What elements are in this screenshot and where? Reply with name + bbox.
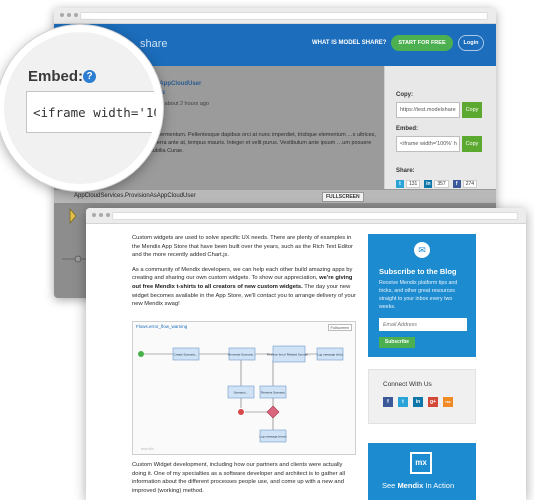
rss-icon[interactable]: rss bbox=[443, 397, 453, 407]
blog-paragraph: As a community of Mendix developers, we … bbox=[132, 266, 356, 309]
window-dot[interactable] bbox=[60, 13, 64, 17]
connect-title: Connect With Us bbox=[383, 381, 432, 388]
model-share-logo[interactable]: share bbox=[140, 38, 168, 50]
magnifier-lens: Embed: ? <iframe width='100 bbox=[0, 25, 163, 191]
flow-activity-label: Retrieve Scenario bbox=[261, 391, 285, 395]
start-event-icon bbox=[69, 207, 77, 225]
window-controls bbox=[60, 13, 78, 17]
browser-chrome bbox=[54, 8, 496, 24]
window-dot[interactable] bbox=[106, 213, 110, 217]
banner-text-part: In Action bbox=[423, 481, 455, 490]
window-dot[interactable] bbox=[99, 213, 103, 217]
email-field[interactable] bbox=[379, 318, 467, 331]
share-count: 131 bbox=[406, 180, 421, 188]
blog-window: Custom widgets are used to solve specifi… bbox=[86, 208, 526, 500]
linkedin-icon[interactable]: in bbox=[413, 397, 423, 407]
model-description: …t fermentum. Pellentesque dapibus orci … bbox=[150, 132, 376, 154]
decision-gateway bbox=[266, 405, 280, 419]
envelope-icon: ✉ bbox=[414, 242, 430, 258]
banner-text-part: See bbox=[382, 481, 398, 490]
what-is-model-share-link[interactable]: WHAT IS MODEL SHARE? bbox=[312, 40, 386, 46]
address-bar[interactable] bbox=[80, 12, 488, 20]
start-event-icon bbox=[138, 351, 144, 357]
banner-text: See Mendix In Action bbox=[382, 481, 454, 490]
subscribe-text: Receive Mendix platform tips and tricks,… bbox=[379, 280, 458, 310]
copy-url-button[interactable]: Copy bbox=[462, 102, 482, 118]
magnified-embed-field[interactable]: <iframe width='100 bbox=[26, 91, 156, 133]
model-viewer-title: AppCloudServices.ProvisionAsAppCloudUser bbox=[74, 193, 196, 199]
browser-chrome bbox=[86, 208, 526, 224]
share-buttons: t 131 in 357 f 274 bbox=[396, 180, 479, 188]
blog-paragraph: Custom Widget development, including how… bbox=[132, 462, 345, 494]
share-label: Share: bbox=[396, 168, 415, 174]
flow-activity-label: Log message (error) bbox=[259, 435, 286, 439]
twitter-icon[interactable]: t bbox=[398, 397, 408, 407]
social-icons: f t in g+ rss bbox=[383, 397, 453, 407]
copy-label: Copy: bbox=[396, 92, 413, 98]
end-event-icon bbox=[238, 409, 244, 415]
mendix-logo: mx bbox=[410, 452, 432, 474]
google-plus-icon[interactable]: g+ bbox=[428, 397, 438, 407]
facebook-icon[interactable]: f bbox=[383, 397, 393, 407]
fullscreen-button[interactable]: FULLSCREEN bbox=[322, 192, 364, 202]
start-for-free-button[interactable]: START FOR FREE bbox=[391, 35, 453, 51]
banner-text-brand: Mendix bbox=[397, 481, 424, 490]
subscribe-title: Subscribe to the Blog bbox=[379, 267, 457, 276]
subscribe-widget: ✉ Subscribe to the Blog Receive Mendix p… bbox=[368, 234, 476, 357]
twitter-icon[interactable]: t bbox=[396, 180, 404, 188]
window-dot[interactable] bbox=[74, 13, 78, 17]
linkedin-icon[interactable]: in bbox=[424, 180, 433, 188]
flow-activity-label: Log message (info) bbox=[317, 353, 343, 357]
flow-activity-label: Create Scenario… bbox=[174, 353, 199, 357]
flow-title[interactable]: Flows.error_flow_warning bbox=[136, 324, 187, 329]
flow-activity-label: Retrieve list of Related Scenari… bbox=[267, 353, 311, 357]
connect-widget: Connect With Us f t in g+ rss bbox=[368, 369, 476, 424]
blog-article: Custom widgets are used to solve specifi… bbox=[132, 234, 356, 315]
facebook-icon[interactable]: f bbox=[452, 180, 461, 188]
mendix-watermark: mendix bbox=[141, 446, 154, 451]
login-button[interactable]: Login bbox=[458, 35, 484, 51]
embedded-flow-viewer[interactable]: Flows.error_flow_warning Fullscreen Crea… bbox=[132, 321, 356, 455]
share-count: 357 bbox=[434, 180, 449, 188]
flow-activity-label: Generate Scenario… bbox=[228, 353, 256, 357]
flow-activity-label: Scenario… bbox=[234, 391, 249, 395]
flow-node bbox=[74, 255, 82, 263]
magnified-embed-label: Embed: bbox=[28, 68, 84, 85]
embed-label: Embed: bbox=[396, 126, 419, 132]
subscribe-button[interactable]: Subscribe bbox=[379, 337, 415, 348]
microflow-diagram: Create Scenario… Generate Scenario… Retr… bbox=[138, 345, 344, 451]
window-controls bbox=[92, 213, 110, 217]
blog-paragraph: Custom widgets are used to solve specifi… bbox=[132, 235, 353, 259]
help-icon[interactable]: ? bbox=[83, 70, 96, 83]
copy-url-field[interactable]: https://test.modelshare bbox=[396, 102, 460, 118]
model-viewer-bar: AppCloudServices.ProvisionAsAppCloudUser… bbox=[54, 189, 496, 203]
window-dot[interactable] bbox=[67, 13, 71, 17]
address-bar[interactable] bbox=[112, 212, 518, 220]
copy-embed-button[interactable]: Copy bbox=[462, 136, 482, 152]
flow-fullscreen-button[interactable]: Fullscreen bbox=[327, 324, 352, 331]
embed-code-field[interactable]: <iframe width='100%' h bbox=[396, 136, 460, 152]
mendix-in-action-banner[interactable]: mx See Mendix In Action bbox=[368, 443, 476, 500]
share-count: 274 bbox=[462, 180, 478, 188]
screenshot-stage: share WHAT IS MODEL SHARE? START FOR FRE… bbox=[0, 0, 534, 500]
window-dot[interactable] bbox=[92, 213, 96, 217]
